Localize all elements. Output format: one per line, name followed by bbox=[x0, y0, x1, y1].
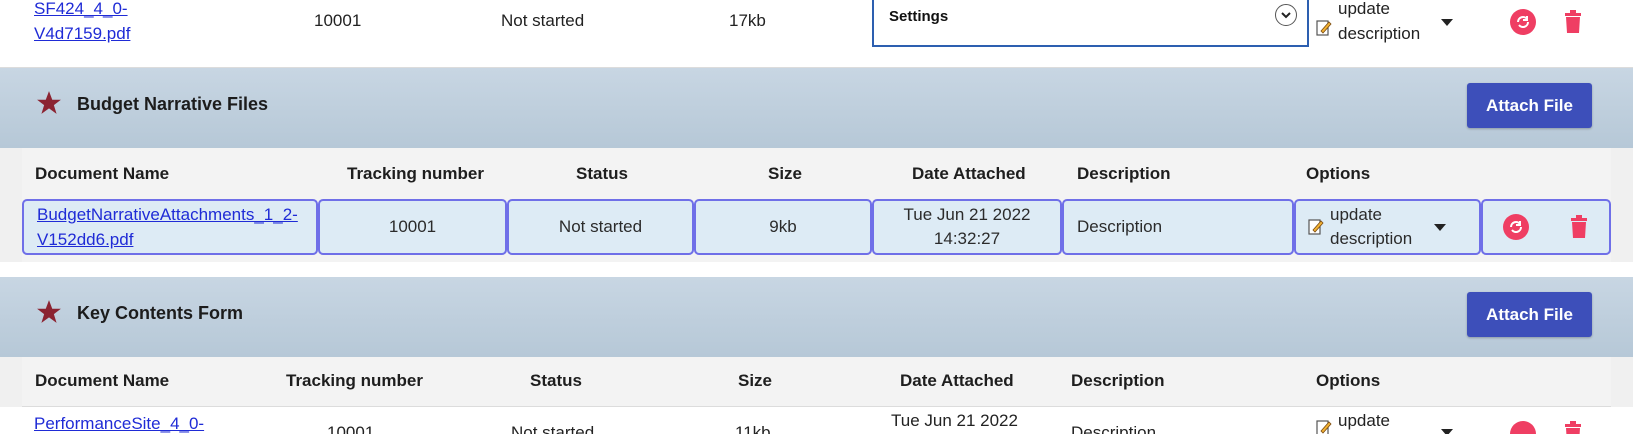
status-text: Not started bbox=[511, 423, 595, 434]
option-label-line2: description bbox=[1338, 24, 1421, 43]
tracking-number-cell: 10001 bbox=[318, 199, 507, 255]
column-header-tracking: Tracking number bbox=[286, 371, 423, 390]
option-label-line1: update bbox=[1338, 411, 1390, 430]
column-header-size: Size bbox=[738, 371, 773, 390]
column-header-description: Description bbox=[1077, 164, 1171, 183]
caret-down-icon[interactable] bbox=[1441, 429, 1453, 434]
file-size: 17kb bbox=[729, 11, 766, 30]
date-attached-cell: Tue Jun 21 2022 14:32:27 bbox=[872, 199, 1062, 255]
date-attached: Tue Jun 21 2022 bbox=[891, 411, 1018, 430]
section-header-key-contents: Key Contents Form Attach File bbox=[0, 277, 1633, 357]
update-description-option[interactable]: update bbox=[1316, 411, 1390, 434]
table-row-sf424: SF424_4_0- V4d7159.pdf 10001 Not started… bbox=[0, 0, 1633, 68]
document-link-line1: BudgetNarrativeAttachments_1_2- bbox=[37, 205, 298, 224]
document-link-line2: V4d7159.pdf bbox=[34, 24, 131, 43]
column-header-date: Date Attached bbox=[900, 371, 1014, 390]
section-header-budget-narrative: Budget Narrative Files Attach File bbox=[0, 68, 1633, 148]
attach-file-button[interactable]: Attach File bbox=[1467, 292, 1592, 337]
column-header-date: Date Attached bbox=[912, 164, 1026, 183]
replace-file-icon[interactable] bbox=[1510, 9, 1536, 35]
status-text: Not started bbox=[501, 11, 585, 30]
update-description-option[interactable]: update description bbox=[1294, 199, 1481, 255]
option-label-line1: update bbox=[1338, 0, 1390, 18]
description-text[interactable]: Description bbox=[1071, 423, 1156, 434]
option-label-line2: description bbox=[1330, 229, 1413, 248]
column-header-document-name: Document Name bbox=[35, 164, 170, 183]
section-title: Key Contents Form bbox=[77, 303, 244, 323]
date-line1: Tue Jun 21 2022 bbox=[903, 205, 1031, 224]
required-star-icon bbox=[37, 300, 61, 323]
document-name-cell: BudgetNarrativeAttachments_1_2- V152dd6.… bbox=[22, 199, 318, 255]
column-header-document-name: Document Name bbox=[35, 371, 170, 390]
file-size: 11kb bbox=[735, 423, 771, 434]
column-header-tracking: Tracking number bbox=[347, 164, 484, 183]
caret-down-icon[interactable] bbox=[1434, 223, 1447, 231]
option-label-line1: update bbox=[1330, 205, 1382, 224]
column-header-size: Size bbox=[768, 164, 803, 183]
column-header-options: Options bbox=[1316, 371, 1381, 390]
section-spacer bbox=[0, 262, 1633, 277]
section-title: Budget Narrative Files bbox=[77, 94, 269, 114]
document-link-budget-narrative[interactable]: BudgetNarrativeAttachments_1_2- V152dd6.… bbox=[37, 202, 298, 252]
column-header-options: Options bbox=[1306, 164, 1371, 183]
edit-note-icon bbox=[1316, 20, 1332, 36]
column-header-status: Status bbox=[576, 164, 628, 183]
status-cell: Not started bbox=[507, 199, 694, 255]
delete-icon[interactable] bbox=[1563, 421, 1583, 434]
update-description-option[interactable]: update description bbox=[1316, 0, 1420, 46]
tracking-number: 10001 bbox=[314, 11, 362, 30]
document-link-line1: SF424_4_0- bbox=[34, 0, 128, 18]
actions-cell bbox=[1481, 199, 1611, 255]
tracking-number: 10001 bbox=[327, 423, 375, 434]
table-row-performance-site: PerformanceSite_4_0- 10001 Not started 1… bbox=[0, 407, 1633, 434]
chevron-down-icon bbox=[1275, 4, 1297, 26]
document-link-sf424[interactable]: SF424_4_0- V4d7159.pdf bbox=[34, 0, 130, 46]
date-line2: 14:32:27 bbox=[933, 229, 1001, 248]
delete-icon[interactable] bbox=[1569, 215, 1589, 239]
key-contents-table-header: Document Name Tracking number Status Siz… bbox=[22, 357, 1611, 407]
description-cell[interactable]: Description bbox=[1062, 199, 1294, 255]
description-select[interactable]: Settings bbox=[872, 0, 1309, 47]
document-link-line2: V152dd6.pdf bbox=[37, 230, 134, 249]
replace-file-icon[interactable] bbox=[1510, 421, 1536, 434]
document-link-performance-site[interactable]: PerformanceSite_4_0- bbox=[34, 411, 204, 434]
edit-note-icon bbox=[1308, 219, 1324, 235]
column-header-status: Status bbox=[530, 371, 582, 390]
attach-file-button[interactable]: Attach File bbox=[1467, 83, 1592, 128]
required-star-icon bbox=[37, 91, 61, 114]
replace-file-icon[interactable] bbox=[1503, 214, 1529, 240]
column-header-description: Description bbox=[1071, 371, 1165, 390]
description-select-value: Settings bbox=[889, 8, 949, 25]
caret-down-icon[interactable] bbox=[1441, 19, 1453, 26]
size-cell: 9kb bbox=[694, 199, 872, 255]
delete-icon[interactable] bbox=[1563, 10, 1583, 34]
edit-note-icon bbox=[1316, 420, 1332, 434]
